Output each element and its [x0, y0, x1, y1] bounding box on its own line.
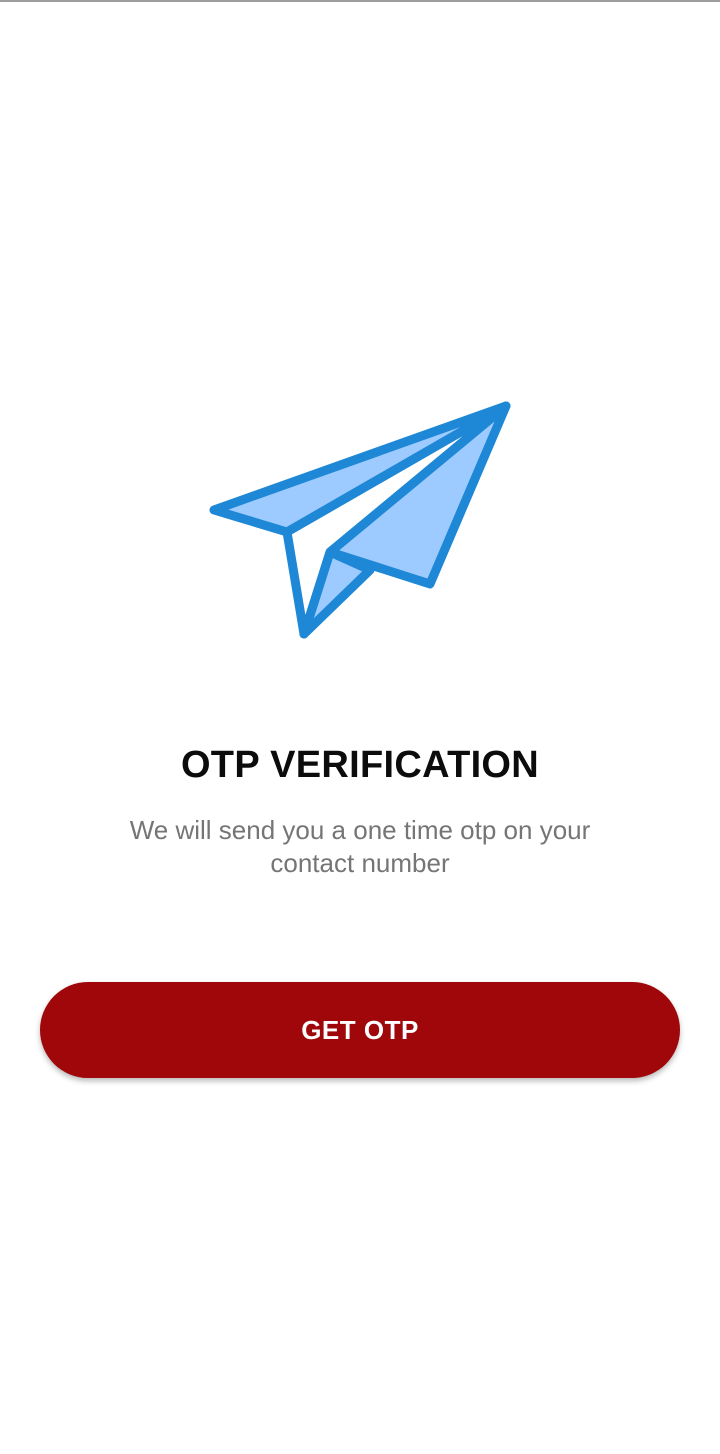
paper-plane-icon [209, 401, 511, 639]
top-divider [0, 0, 720, 2]
page-title: OTP VERIFICATION [180, 744, 540, 786]
otp-description: We will send you a one time otp on your … [129, 815, 591, 878]
paper-plane-illustration [200, 392, 520, 648]
get-otp-button[interactable]: GET OTP [40, 982, 680, 1078]
